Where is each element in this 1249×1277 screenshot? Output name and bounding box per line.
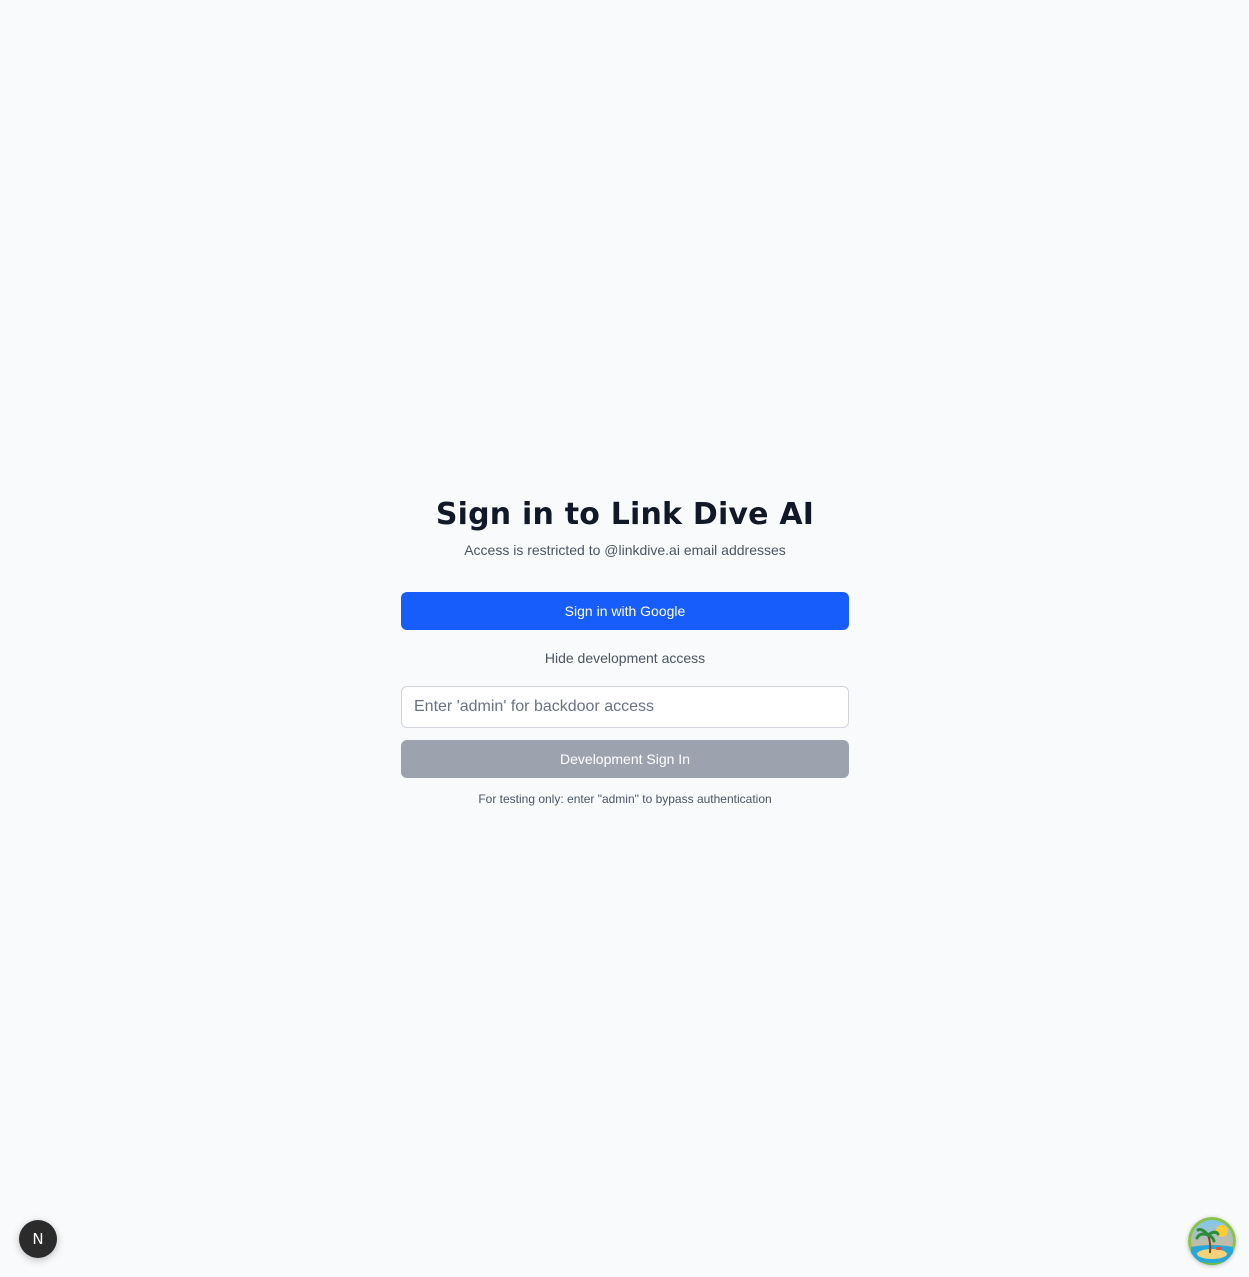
backdoor-access-input[interactable] (401, 686, 849, 728)
hide-dev-access-toggle[interactable]: Hide development access (545, 648, 705, 668)
nextjs-logo-icon: N (32, 1230, 44, 1248)
island-avatar-icon[interactable] (1188, 1217, 1236, 1265)
nextjs-dev-badge[interactable]: N (19, 1220, 57, 1258)
sign-in-card: Sign in to Link Dive AI Access is restri… (401, 492, 849, 807)
dev-testing-note: For testing only: enter "admin" to bypas… (478, 792, 772, 806)
sign-in-page: Sign in to Link Dive AI Access is restri… (0, 0, 1249, 1277)
access-restriction-text: Access is restricted to @linkdive.ai ema… (464, 542, 786, 558)
google-sign-in-button[interactable]: Sign in with Google (401, 592, 849, 630)
page-title: Sign in to Link Dive AI (435, 497, 815, 532)
development-sign-in-button[interactable]: Development Sign In (401, 740, 849, 778)
